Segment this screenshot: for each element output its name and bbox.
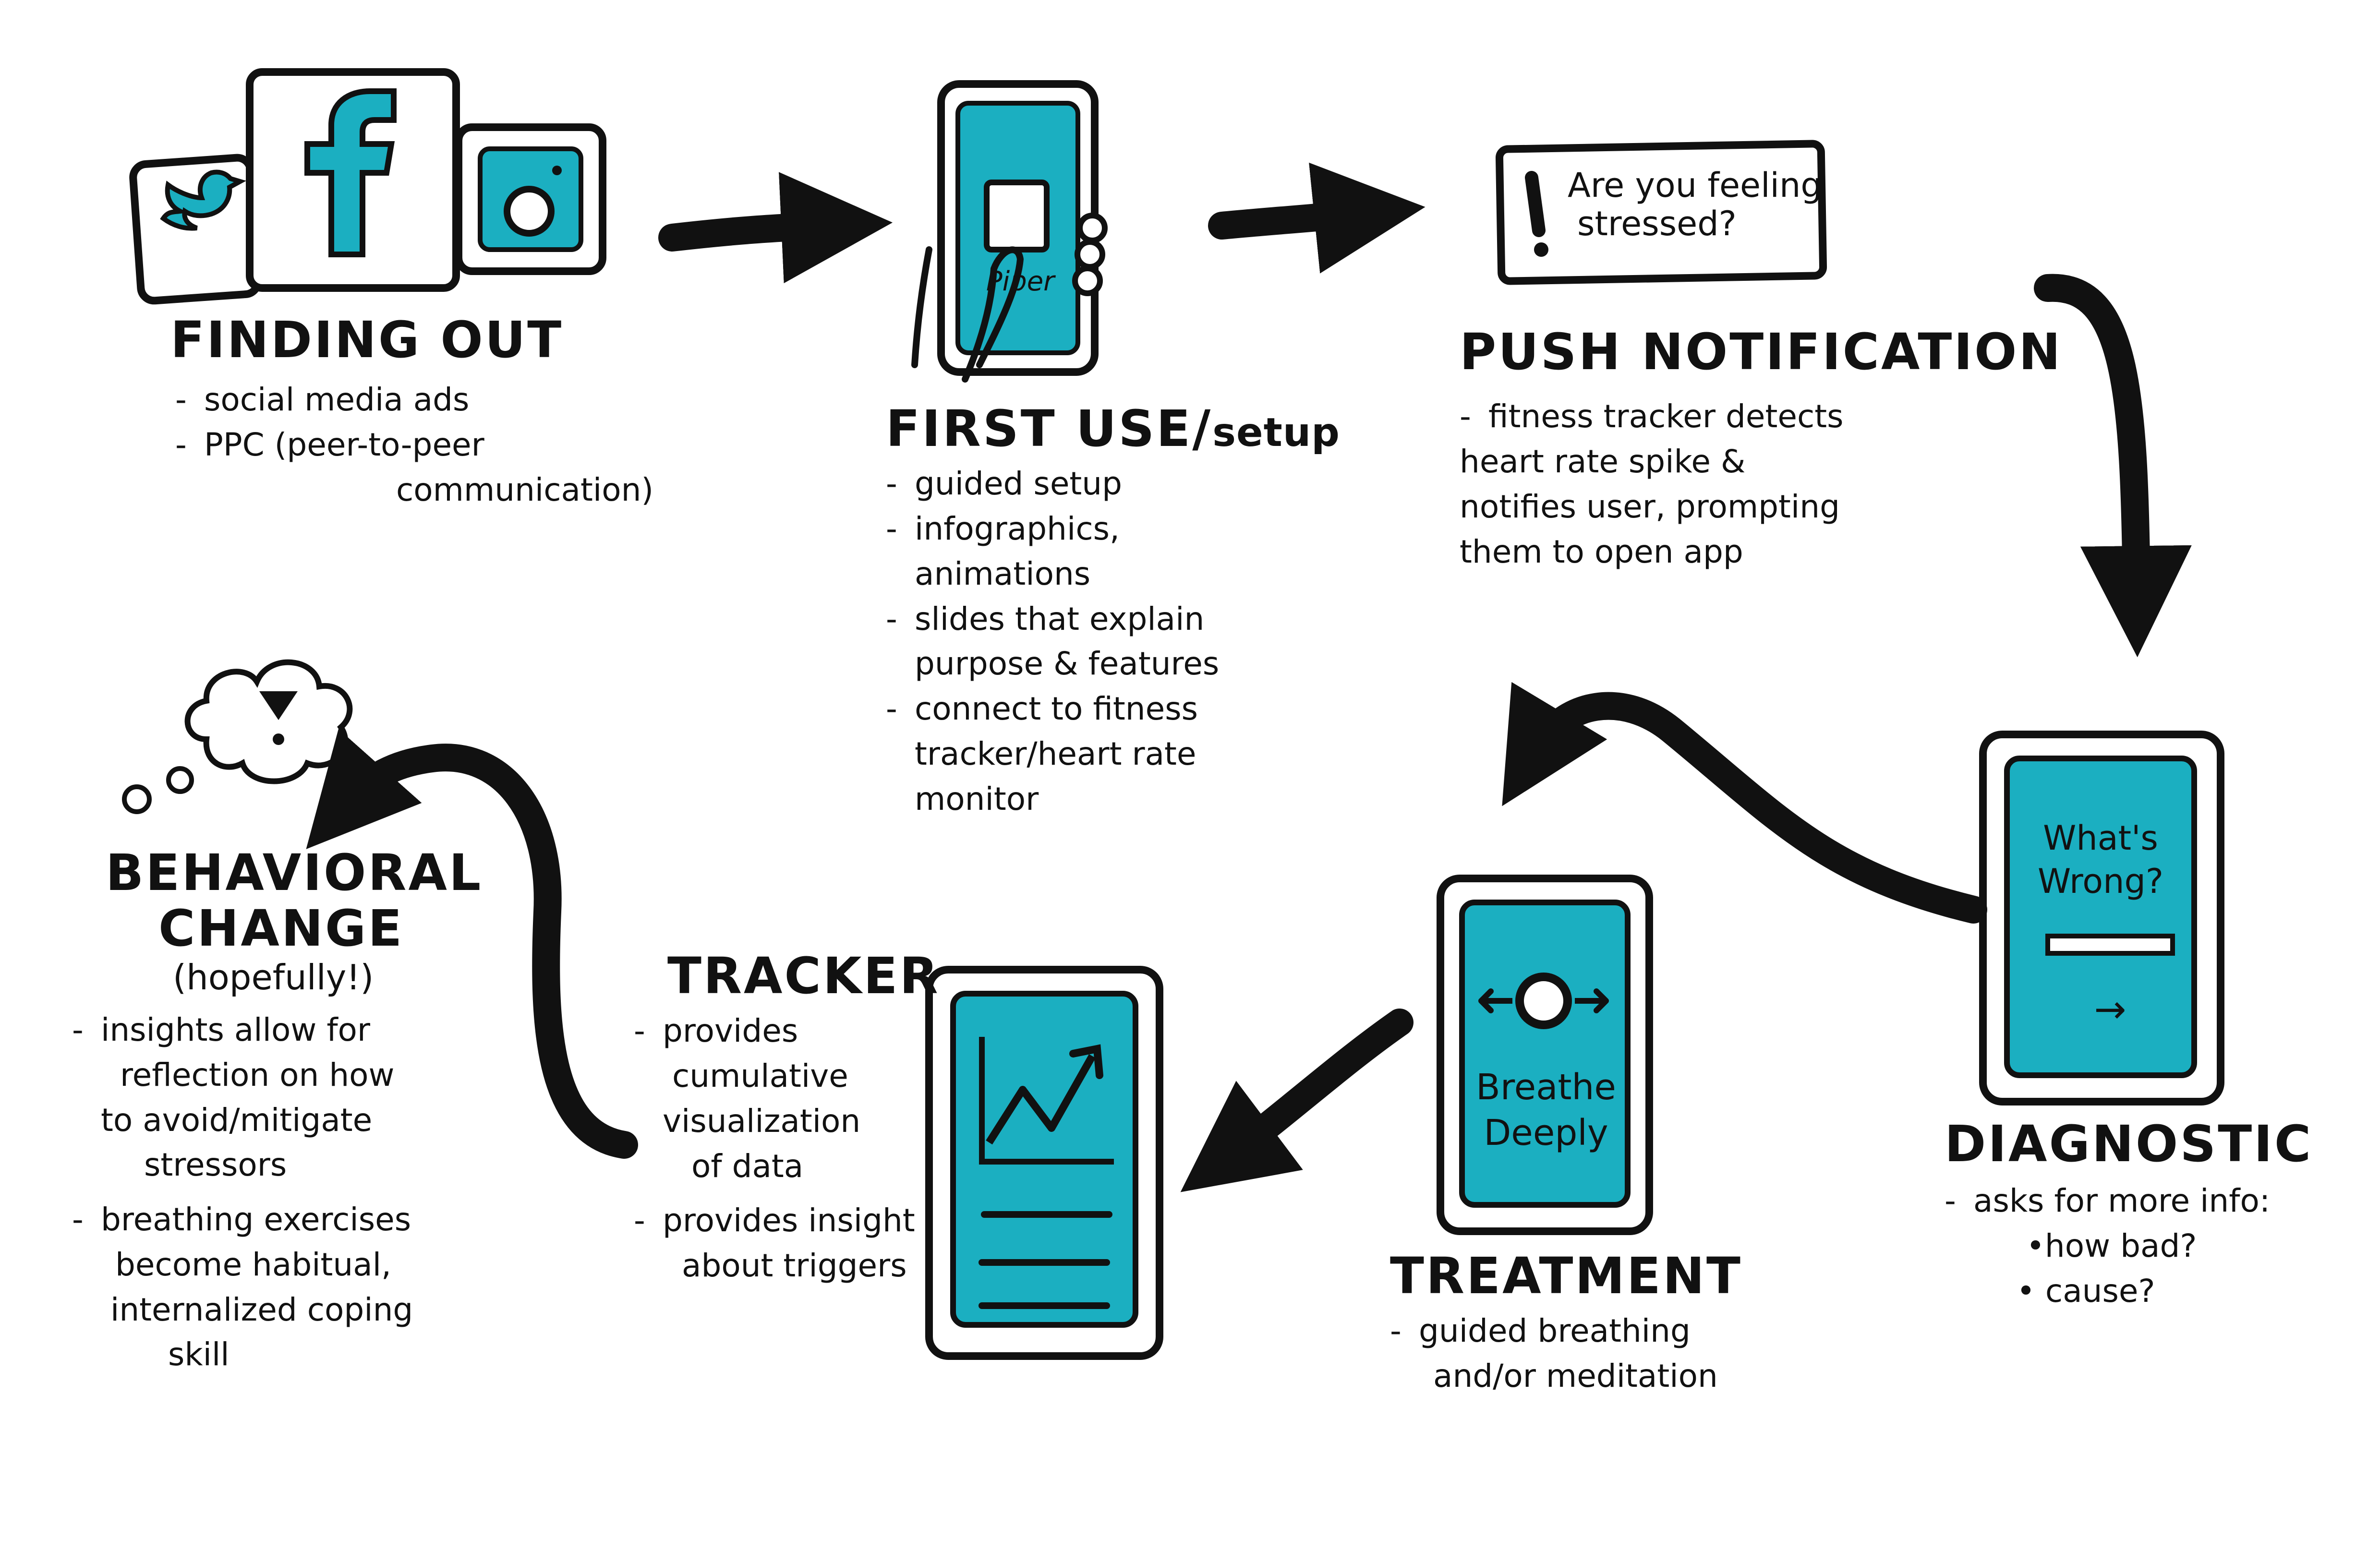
stage-tracker-items: - provides cumulative visualization of da…: [634, 1009, 940, 1288]
thought-bubble-icon: [122, 659, 353, 814]
list-item: skill: [168, 1336, 230, 1373]
stage-diagnostic: Diagnostic - asks for more info: •how bad…: [1945, 1116, 2313, 1314]
list-item: them to open app: [1460, 533, 1743, 570]
stage-tracker-title: Tracker: [667, 947, 940, 1005]
instagram-icon: [455, 123, 606, 275]
stage-push-notification-title: Push Notification: [1460, 323, 2063, 381]
stage-treatment-title: Treatment: [1390, 1247, 1742, 1305]
list-item: animations: [915, 555, 1091, 592]
list-item: - guided breathing: [1390, 1312, 1691, 1350]
stage-finding-out: Finding Out - social media ads - PPC (peer…: [170, 312, 653, 513]
list-item: - provides: [634, 1012, 798, 1050]
stage-finding-out-title: Finding Out: [170, 311, 564, 369]
stage-behavioral-change-subtitle: (hopefully!): [173, 957, 374, 997]
list-item: reflection on how: [120, 1057, 395, 1094]
stage-finding-out-items: - social media ads - PPC (peer-to-peer com…: [170, 377, 653, 512]
list-item: - social media ads: [175, 381, 470, 419]
list-item: heart rate spike &: [1460, 443, 1746, 481]
stage-diagnostic-title: Diagnostic: [1945, 1115, 2313, 1173]
stage-behavioral-change-items: - insights allow for reflection on how to…: [72, 1008, 483, 1377]
list-item: •how bad?: [2026, 1227, 2197, 1265]
treatment-prompt-line-2: Deeply: [1484, 1112, 1608, 1153]
stage-behavioral-change: Behavioral Change (hopefully!) - insights…: [72, 845, 483, 1377]
stage-first-use-title-suffix: setup: [1212, 410, 1340, 456]
diagnostic-phone-icon: What's Wrong? →: [1979, 731, 2224, 1105]
list-item: - provides insight: [634, 1202, 915, 1239]
list-item: - slides that explain: [886, 600, 1205, 637]
twitter-icon: [129, 154, 262, 305]
list-item: - guided setup: [886, 465, 1123, 503]
list-item: - fitness tracker detects: [1460, 398, 1844, 435]
list-item: • cause?: [2017, 1272, 2155, 1310]
stage-push-notification: Push Notification - fitness tracker detec…: [1460, 324, 2062, 574]
list-item: - insights allow for: [72, 1011, 371, 1049]
list-item: - connect to fitness: [886, 690, 1198, 728]
diagnostic-question-line-1: What's: [2043, 818, 2158, 858]
list-item: visualization: [663, 1102, 861, 1140]
list-item: and/or meditation: [1433, 1358, 1718, 1395]
list-item: tracker/heart rate: [915, 735, 1196, 772]
list-item: monitor: [915, 780, 1039, 817]
diagnostic-next-arrow: →: [2094, 987, 2126, 1032]
list-item: stressors: [144, 1146, 287, 1184]
arrow-treatment-to-tracker: [1180, 1009, 1414, 1192]
treatment-phone-icon: Breathe Deeply: [1437, 875, 1653, 1235]
list-item: - PPC (peer-to-peer: [175, 426, 484, 464]
stage-diagnostic-items: - asks for more info: •how bad? • cause?: [1945, 1178, 2313, 1313]
list-item: - infographics,: [886, 510, 1120, 548]
notification-line-1: Are you feeling: [1568, 166, 1822, 205]
stage-behavioral-change-title-line-1: Behavioral: [106, 843, 483, 902]
list-item: of data: [691, 1147, 804, 1185]
tracker-phone-icon: [925, 966, 1163, 1360]
stage-first-use-title: First Use/setup: [886, 399, 1340, 458]
stage-first-use-items: - guided setup - infographics, animations …: [886, 461, 1340, 821]
notification-icon: Are you feeling stressed?: [1495, 140, 1827, 285]
treatment-prompt-line-1: Breathe: [1476, 1067, 1616, 1108]
setup-phone-icon: Piper: [911, 80, 1108, 383]
stage-treatment: Treatment - guided breathing and/or medit…: [1390, 1248, 1742, 1399]
list-item: - breathing exercises: [72, 1201, 411, 1238]
list-item: communication): [396, 471, 654, 508]
list-item: internalized coping: [110, 1291, 413, 1328]
arrow-setup-to-notification: [1208, 162, 1426, 274]
stage-treatment-items: - guided breathing and/or meditation: [1390, 1309, 1742, 1398]
stage-behavioral-change-title-line-2: Change: [158, 899, 404, 958]
list-item: cumulative: [672, 1057, 848, 1095]
list-item: - asks for more info:: [1945, 1182, 2271, 1220]
list-item: to avoid/mitigate: [101, 1101, 373, 1139]
list-item: become habitual,: [115, 1246, 392, 1283]
notification-line-2: stressed?: [1577, 204, 1737, 243]
stage-push-notification-items: - fitness tracker detects heart rate spik…: [1460, 394, 2062, 574]
stage-first-use: First Use/setup - guided setup - infograph…: [886, 401, 1340, 821]
arrow-finding-to-setup: [658, 172, 893, 284]
list-item: purpose & features: [915, 645, 1220, 683]
list-item: about triggers: [682, 1247, 907, 1285]
list-item: notifies user, prompting: [1460, 488, 1840, 525]
stage-tracker: Tracker - provides cumulative visualizati…: [634, 948, 940, 1288]
facebook-icon: [246, 68, 460, 292]
diagnostic-question-line-2: Wrong?: [2038, 862, 2163, 901]
